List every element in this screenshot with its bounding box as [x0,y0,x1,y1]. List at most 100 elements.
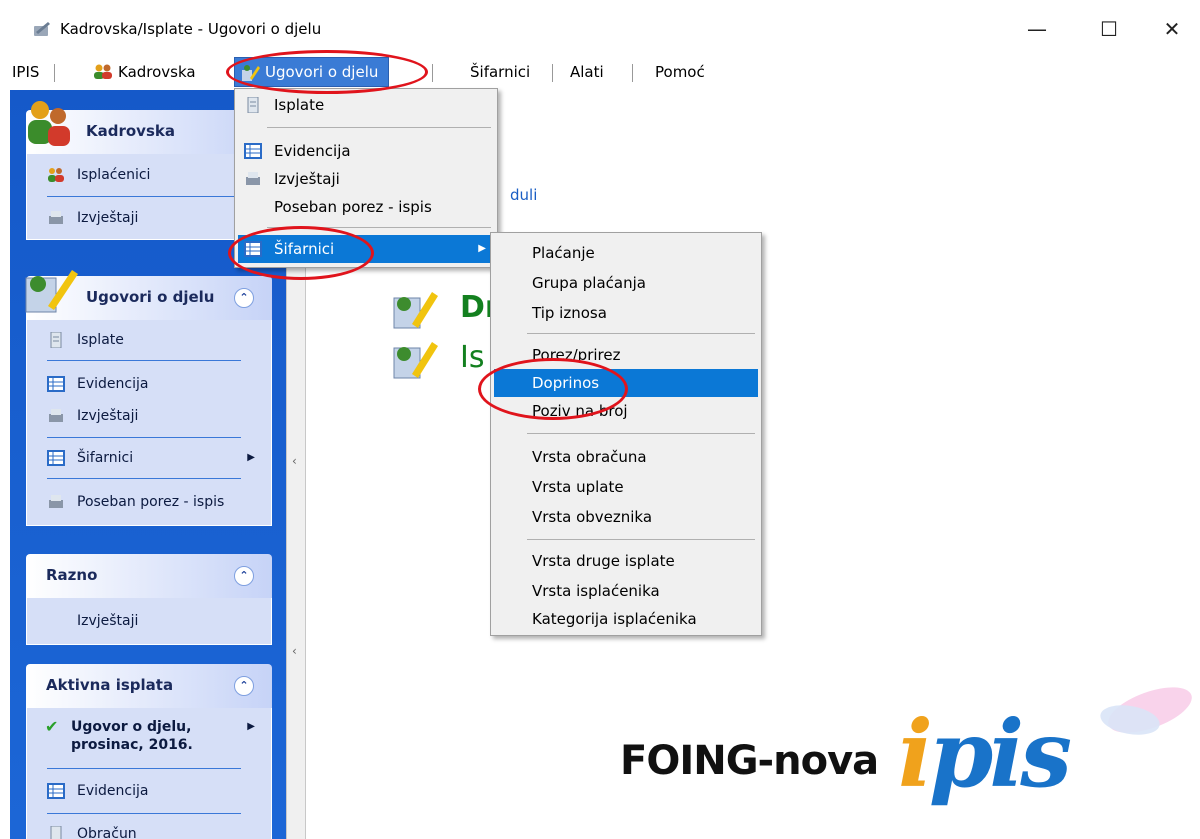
menu-item-izvjestaji[interactable]: Izvještaji [238,165,494,193]
group-body-aktivna: ✔ Ugovor o djelu, prosinac, 2016. ▶ Evid… [26,708,272,839]
menu-ipis[interactable]: IPIS [12,56,39,88]
group-title-ugovori: Ugovori o djelu [86,288,215,306]
moduli-link[interactable]: duli [510,186,537,204]
app-window: Kadrovska/Isplate - Ugovori o djelu — ☐ … [0,0,1200,839]
menu-item-evidencija[interactable]: Evidencija [238,137,494,165]
submenu-item-vrsta-druge-isplate[interactable]: Vrsta druge isplate [494,547,758,575]
group-header-ugovori[interactable]: Ugovori o djelu ⌃ [25,270,272,320]
collapse-left-icon[interactable]: ‹ [292,644,297,658]
submenu-item-grupa-placanja[interactable]: Grupa plaćanja [494,269,758,297]
maximize-button[interactable]: ☐ [1087,14,1131,44]
menu-kadrovska-label: Kadrovska [118,63,196,81]
group-title-kadrovska: Kadrovska [86,122,175,140]
logo-text: FOING-nova [620,738,879,784]
menu-separator [527,433,755,434]
group-title-razno: Razno [46,566,98,584]
sidebar-item-label: Evidencija [77,783,149,799]
submenu-item-vrsta-obveznika[interactable]: Vrsta obveznika [494,503,758,531]
sidebar-item-label: Poseban porez - ispis [77,494,225,510]
submenu-item-porez-prirez[interactable]: Porez/prirez [494,341,758,369]
menu-ugovori-label: Ugovori o djelu [265,63,379,81]
menu-item-label: Isplate [274,96,325,114]
active-payment-line1: Ugovor o djelu, [71,719,192,735]
printer-icon [49,495,63,508]
payment-icon [393,342,438,379]
submenu-item-poziv-na-broj[interactable]: Poziv na broj [494,397,758,425]
menu-alati[interactable]: Alati [570,56,604,88]
sidebar-item-poseban-porez[interactable]: Poseban porez - ispis [27,479,271,525]
submenu-item-vrsta-obracuna[interactable]: Vrsta obračuna [494,443,758,471]
menu-item-sifarnici[interactable]: Šifarnici ▶ [238,235,494,263]
checkmark-icon: ✔ [45,717,59,736]
sidebar-item-label: Isplaćenici [77,167,151,183]
sidebar-item-isplate[interactable]: Isplate [27,320,271,360]
menu-sifarnici[interactable]: Šifarnici [470,56,530,88]
menu-item-isplate[interactable]: Isplate [238,91,494,119]
submenu-item-vrsta-isplacenika[interactable]: Vrsta isplaćenika [494,577,758,605]
contract-icon [25,270,78,313]
group-body-razno: Izvještaji [26,598,272,645]
window-title: Kadrovska/Isplate - Ugovori o djelu [60,20,322,38]
sidebar-item-obracun[interactable]: Obračun [27,814,271,839]
menu-separator [527,333,755,334]
document-icon [247,97,259,113]
menu-item-poseban-porez[interactable]: Poseban porez - ispis [238,193,494,221]
sidebar-item-izvjestaji[interactable]: Izvještaji [27,598,271,644]
sidebar-item-evidencija[interactable]: Evidencija [27,769,271,813]
submenu-item-doprinos[interactable]: Doprinos [494,369,758,397]
minimize-button[interactable]: — [1015,14,1059,44]
menu-item-label: Izvještaji [274,170,340,188]
close-button[interactable]: ✕ [1150,14,1194,44]
grid-icon [47,450,65,466]
submenu-arrow-icon: ▶ [247,452,255,463]
menu-separator [632,64,633,82]
menu-separator [432,64,433,82]
grid-icon [47,783,65,799]
submenu-arrow-icon: ▶ [478,243,486,254]
collapse-chevron-icon[interactable]: ⌃ [234,566,254,586]
active-payment-item[interactable]: ✔ Ugovor o djelu, prosinac, 2016. ▶ [27,708,271,768]
menu-item-label: Evidencija [274,142,351,160]
printer-icon [246,172,260,185]
contract-icon [242,65,260,81]
users-icon [94,64,112,79]
sidebar-group-aktivna-isplata: Aktivna isplata ⌃ ✔ Ugovor o djelu, pros… [26,664,272,839]
collapse-left-icon[interactable]: ‹ [292,454,297,468]
menu-bar: IPIS Kadrovska Ugovori o djelu Šifarnici… [0,56,1200,88]
ugovori-dropdown-menu: Isplate Evidencija Izvještaji Poseban po… [234,88,498,268]
group-header-razno[interactable]: Razno ⌃ [26,554,272,598]
sidebar-item-izvjestaji[interactable]: Izvještaji [27,401,271,431]
collapse-chevron-icon[interactable]: ⌃ [234,288,254,308]
app-wrench-icon [34,22,50,36]
sidebar-item-label: Izvještaji [77,210,139,226]
menu-ugovori-o-djelu[interactable]: Ugovori o djelu [234,57,390,87]
submenu-item-vrsta-uplate[interactable]: Vrsta uplate [494,473,758,501]
sidebar-item-label: Izvještaji [77,408,139,424]
submenu-item-placanje[interactable]: Plaćanje [494,239,758,267]
submenu-item-kategorija-isplacenika[interactable]: Kategorija isplaćenika [494,605,758,633]
sidebar-item-label: Isplate [77,332,124,348]
menu-separator [527,539,755,540]
submenu-item-tip-iznosa[interactable]: Tip iznosa [494,299,758,327]
sidebar-item-evidencija[interactable]: Evidencija [27,367,271,401]
menu-kadrovska[interactable]: Kadrovska [92,56,196,88]
logo-ipis: ipis [898,700,1072,808]
sidebar-group-razno: Razno ⌃ Izvještaji [26,554,272,645]
menu-separator [267,227,491,228]
menu-separator [552,64,553,82]
group-header-aktivna[interactable]: Aktivna isplata ⌃ [26,664,272,708]
document-icon [50,332,62,348]
logo-butterfly-icon [1100,687,1192,735]
active-payment-line2: prosinac, 2016. [71,737,193,753]
contract-icon [393,292,438,329]
collapse-chevron-icon[interactable]: ⌃ [234,676,254,696]
group-body-ugovori: Isplate Evidencija Izvještaji Šifarnici … [26,320,272,526]
menu-pomoc[interactable]: Pomoć [655,56,705,88]
sidebar-item-sifarnici[interactable]: Šifarnici ▶ [27,438,271,478]
group-title-aktivna: Aktivna isplata [46,676,174,694]
sidebar-item-label: Izvještaji [77,613,139,629]
sifarnici-submenu: Plaćanje Grupa plaćanja Tip iznosa Porez… [490,232,762,636]
people-group-icon [28,101,70,146]
sidebar-item-label: Evidencija [77,376,149,392]
module-heading-isplate[interactable]: Is [460,340,484,375]
